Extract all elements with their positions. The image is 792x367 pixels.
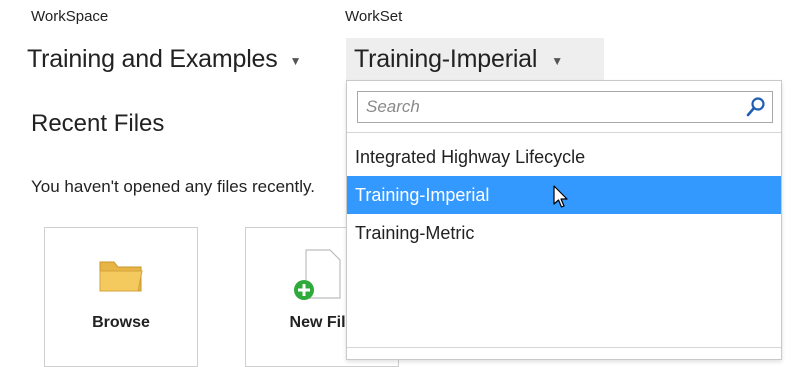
dropdown-divider <box>347 132 781 133</box>
dropdown-bottom-divider <box>347 347 781 348</box>
workset-dropdown: Integrated Highway Lifecycle Training-Im… <box>346 80 782 360</box>
folder-icon <box>97 254 145 299</box>
search-icon[interactable] <box>746 96 766 123</box>
workspace-label: WorkSpace <box>31 8 109 25</box>
browse-label: Browse <box>92 314 150 331</box>
search-box[interactable] <box>357 91 773 123</box>
mouse-cursor-icon <box>553 185 569 214</box>
browse-button[interactable]: Browse <box>44 227 198 367</box>
workspace-selector[interactable]: Training and Examples ▼ <box>27 38 301 80</box>
workspace-value: Training and Examples <box>27 44 278 73</box>
new-file-icon <box>292 248 342 307</box>
chevron-down-icon: ▼ <box>551 54 564 68</box>
workset-label: WorkSet <box>345 8 403 25</box>
workset-value: Training-Imperial <box>354 44 538 73</box>
chevron-down-icon: ▼ <box>289 54 302 68</box>
workset-option-training-metric[interactable]: Training-Metric <box>347 214 781 252</box>
workset-option-integrated-highway-lifecycle[interactable]: Integrated Highway Lifecycle <box>347 138 781 176</box>
search-input[interactable] <box>358 92 726 122</box>
recent-files-title: Recent Files <box>31 110 165 137</box>
workset-selector[interactable]: Training-Imperial ▼ <box>346 38 604 80</box>
recent-files-empty-message: You haven't opened any files recently. <box>31 177 315 196</box>
